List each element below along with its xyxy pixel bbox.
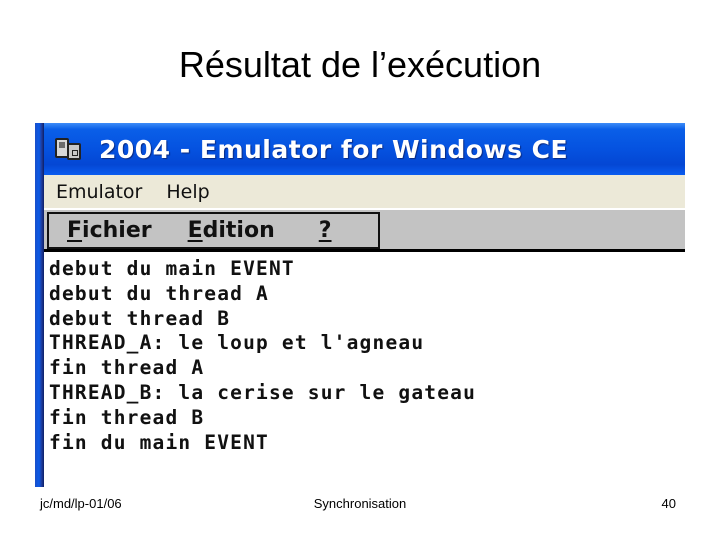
menu-label-rest: dition [202,218,275,243]
output-line: debut du main EVENT [49,257,295,280]
ce-menu-help[interactable]: ? [319,218,332,243]
emulator-window: 2004 - Emulator for Windows CE Emulator … [35,123,685,487]
accesskey-e: E [187,218,203,243]
menu-help[interactable]: Help [154,181,221,203]
output-line: THREAD_A: le loup et l'agneau [49,331,425,355]
slide-title: Résultat de l’exécution [178,44,542,85]
accesskey-help: ? [318,218,332,243]
window-title: 2004 - Emulator for Windows CE [99,134,569,164]
window-titlebar[interactable]: 2004 - Emulator for Windows CE [35,123,685,175]
output-line: THREAD_B: la cerise sur le gateau [49,380,477,404]
output-line: fin du main EVENT [49,430,269,454]
ce-app-menubar: Fichier Edition ? [44,210,685,252]
accesskey-f: F [67,218,83,243]
device-emulator-icon[interactable] [55,138,83,160]
output-line: debut thread B [49,306,231,330]
emulator-menubar: Emulator Help [44,175,685,208]
ce-menu-fichier[interactable]: Fichier [67,218,152,243]
menu-emulator[interactable]: Emulator [44,181,154,203]
menu-label-rest: ichier [82,218,152,243]
output-line: debut du thread A [49,281,269,305]
ce-menu-box: Fichier Edition ? [47,212,380,249]
footer-topic: Synchronisation [313,496,407,511]
ce-menu-edition[interactable]: Edition [188,218,275,243]
output-line: fin thread B [49,405,205,429]
output-line: fin thread A [49,356,205,380]
window-left-border [35,123,44,487]
console-output[interactable]: debut du main EVENT debut du thread A de… [44,255,685,487]
footer-page-number: 40 [661,496,676,511]
